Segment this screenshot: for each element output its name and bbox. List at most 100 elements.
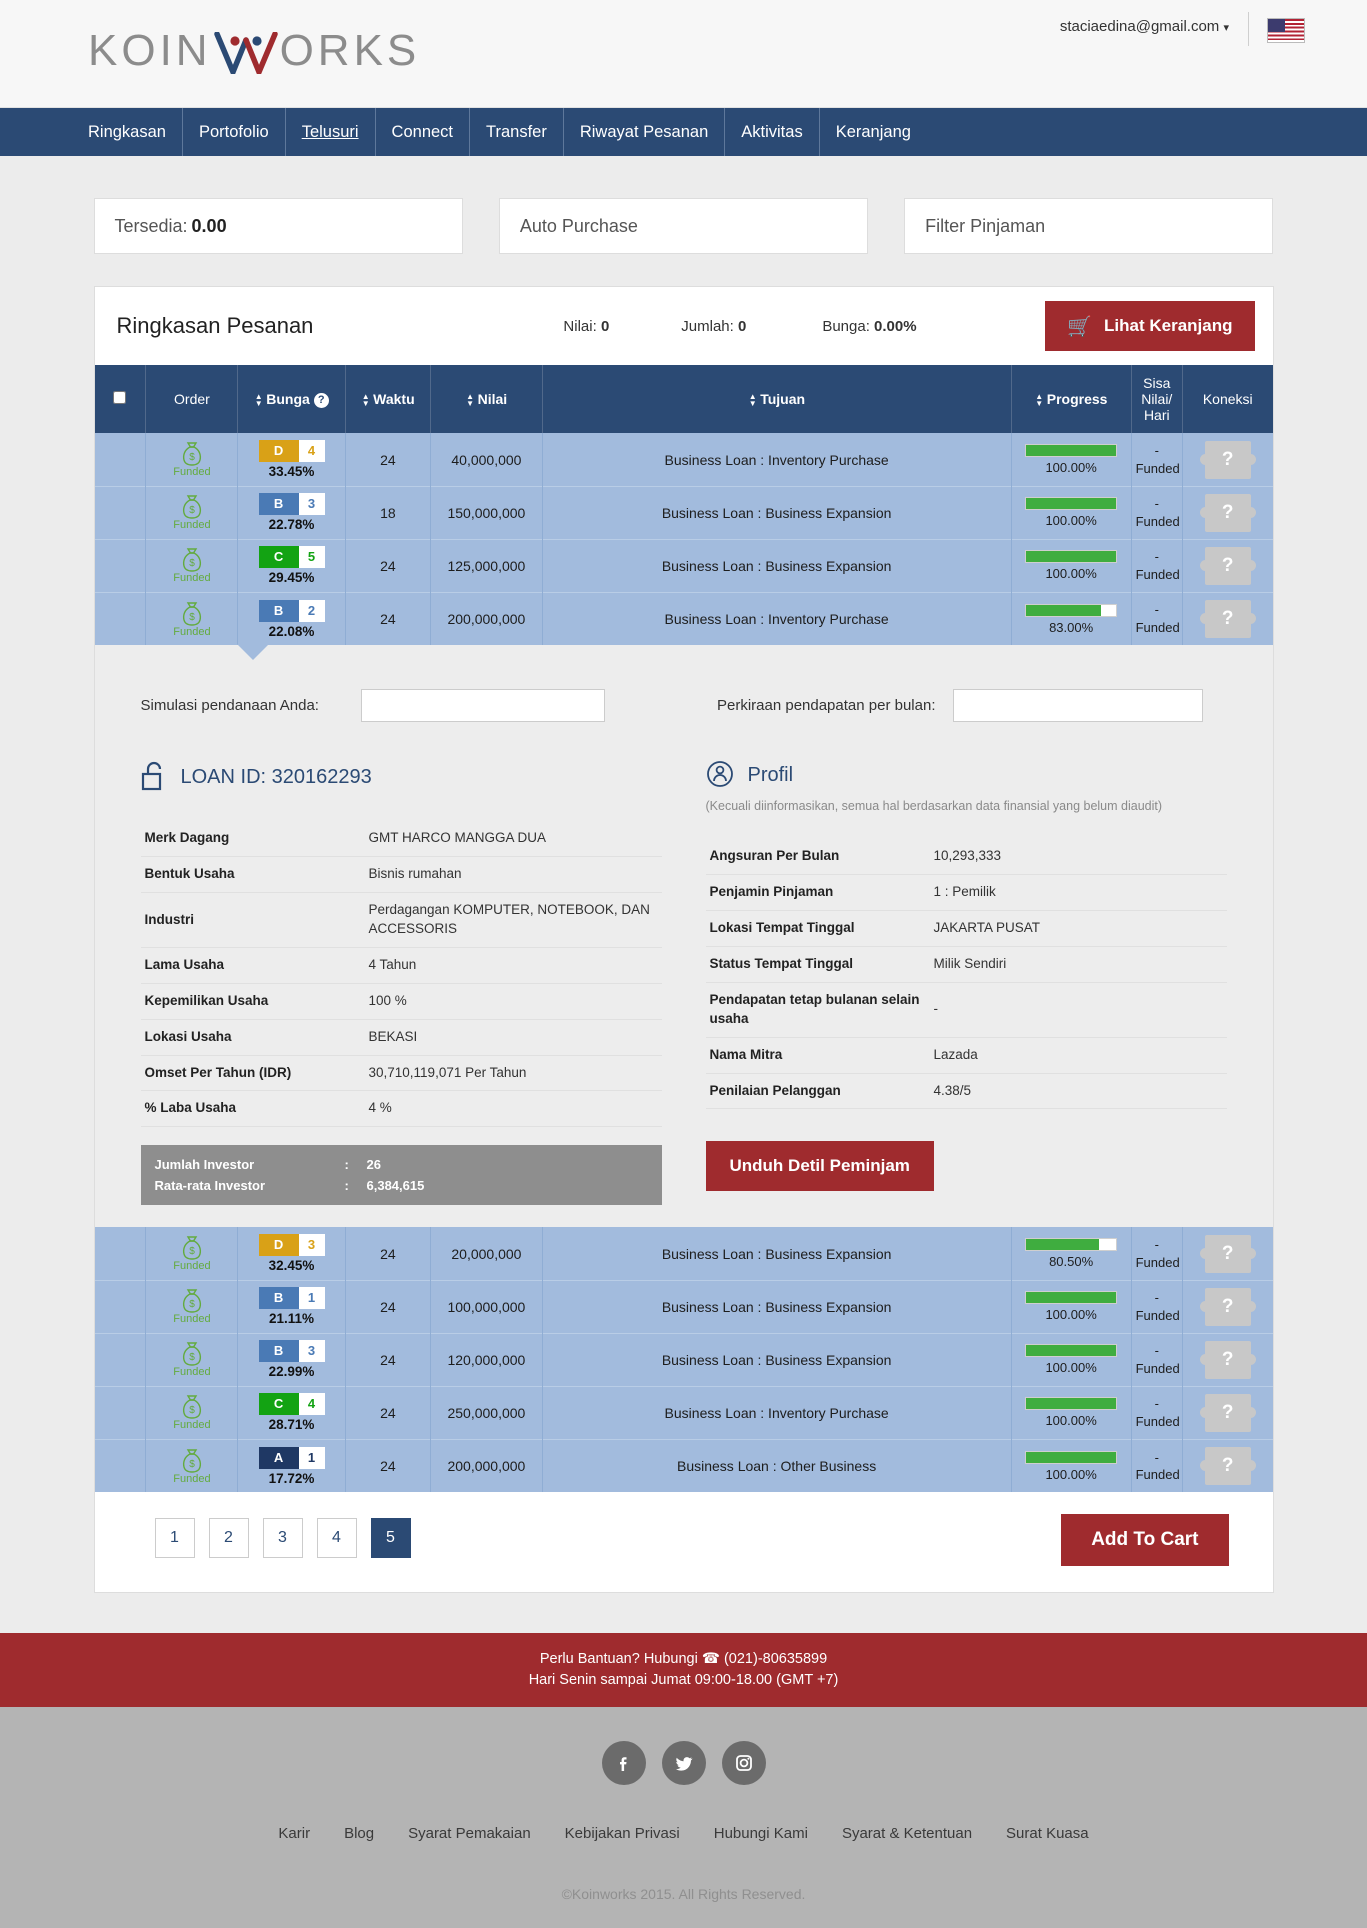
row-checkbox-cell[interactable] (94, 1438, 147, 1493)
grade-badge: B3 (258, 1340, 325, 1363)
help-phone[interactable]: (021)-80635899 (724, 1651, 827, 1667)
row-connection-cell[interactable]: ? (1182, 1438, 1273, 1493)
row-connection-cell[interactable]: ? (1182, 1332, 1273, 1387)
table-row[interactable]: $ Funded C 4 28.71% 24 250,000,000 Business Loa… (94, 1385, 1273, 1440)
progress-label: 83.00% (1049, 619, 1094, 635)
pagination-page-1[interactable]: 1 (154, 1518, 195, 1559)
table-row[interactable]: $ Funded D 3 32.45% 24 20,000,000 Business Loan… (94, 1227, 1273, 1281)
grade-number: 4 (298, 1393, 325, 1416)
puzzle-piece-icon[interactable]: ? (1199, 1447, 1256, 1486)
row-connection-cell[interactable]: ? (1182, 1385, 1273, 1440)
koinworks-logo[interactable]: KOIN ORKS (88, 26, 420, 76)
nav-item-transfer[interactable]: Transfer (470, 108, 564, 156)
row-connection-cell[interactable]: ? (1182, 538, 1273, 593)
svg-text:$: $ (189, 1405, 195, 1416)
funded-label: Funded (173, 466, 211, 479)
table-row[interactable]: $ Funded B 3 22.78% 18 150,000,000 Business Loa… (94, 485, 1273, 540)
row-checkbox-cell[interactable] (94, 1332, 147, 1387)
table-row[interactable]: $ Funded A 1 17.72% 24 200,000,000 Business Loa… (94, 1438, 1273, 1493)
nav-item-riwayat-pesanan[interactable]: Riwayat Pesanan (564, 108, 726, 156)
pagination-page-2[interactable]: 2 (208, 1518, 249, 1559)
select-all-header[interactable] (94, 365, 147, 434)
pagination-page-3[interactable]: 3 (262, 1518, 303, 1559)
progress-label: 100.00% (1045, 1307, 1097, 1323)
interest-rate: 28.71% (268, 1417, 315, 1433)
sort-icon: ▲ ▼ (361, 392, 370, 409)
footer-link-hubungi-kami[interactable]: Hubungi Kami (714, 1825, 808, 1842)
detail-value: - (929, 982, 1227, 1038)
footer-link-syarat-pemakaian[interactable]: Syarat Pemakaian (408, 1825, 531, 1842)
footer-link-karir[interactable]: Karir (278, 1825, 310, 1842)
header-nilai[interactable]: ▲ ▼ Nilai (430, 365, 543, 434)
row-remaining-cell: - Funded (1131, 538, 1183, 593)
nav-item-telusuri[interactable]: Telusuri (286, 108, 376, 156)
header-bunga[interactable]: ▲ ▼ Bunga? (237, 365, 346, 434)
pagination-page-4[interactable]: 4 (316, 1518, 357, 1559)
row-purpose-cell: Business Loan : Inventory Purchase (542, 1385, 1012, 1440)
investor-count-value: 26 (366, 1157, 381, 1173)
puzzle-piece-icon[interactable]: ? (1199, 1340, 1256, 1379)
nav-item-connect[interactable]: Connect (376, 108, 471, 156)
row-checkbox-cell[interactable] (94, 1385, 147, 1440)
puzzle-piece-icon[interactable]: ? (1199, 546, 1256, 585)
simulation-input[interactable] (360, 689, 605, 723)
table-row[interactable]: $ Funded B 3 22.99% 24 120,000,000 Business Loa… (94, 1332, 1273, 1387)
view-cart-button[interactable]: 🛒 Lihat Keranjang (1045, 301, 1255, 351)
select-all-checkbox[interactable] (113, 391, 127, 405)
table-row[interactable]: $ Funded C 5 29.45% 24 125,000,000 Business Loa… (94, 538, 1273, 593)
footer-link-syarat-ketentuan[interactable]: Syarat & Ketentuan (842, 1825, 972, 1842)
row-remaining-cell: - Funded (1131, 591, 1183, 646)
puzzle-piece-icon[interactable]: ? (1199, 1234, 1256, 1273)
row-checkbox-cell[interactable] (94, 485, 147, 540)
footer-link-blog[interactable]: Blog (344, 1825, 374, 1842)
download-borrower-detail-button[interactable]: Unduh Detil Peminjam (705, 1141, 934, 1192)
auto-purchase-box[interactable]: Auto Purchase (498, 198, 869, 254)
puzzle-piece-icon[interactable]: ? (1199, 1393, 1256, 1432)
row-connection-cell[interactable]: ? (1182, 591, 1273, 646)
nav-item-keranjang[interactable]: Keranjang (820, 108, 927, 156)
account-menu[interactable]: staciaedina@gmail.com ▾ (1060, 18, 1229, 35)
row-checkbox-cell[interactable] (94, 433, 147, 487)
puzzle-piece-icon[interactable]: ? (1199, 493, 1256, 532)
row-connection-cell[interactable]: ? (1182, 1279, 1273, 1334)
facebook-icon[interactable] (601, 1741, 646, 1786)
row-checkbox-cell[interactable] (94, 538, 147, 593)
help-icon[interactable]: ? (313, 392, 329, 408)
table-row[interactable]: $ Funded B 1 21.11% 24 100,000,000 Business Loa… (94, 1279, 1273, 1334)
row-connection-cell[interactable]: ? (1182, 1227, 1273, 1281)
us-flag-icon[interactable] (1267, 18, 1305, 43)
row-checkbox-cell[interactable] (94, 591, 147, 646)
nav-item-ringkasan[interactable]: Ringkasan (88, 108, 183, 156)
header-order[interactable]: Order (145, 365, 239, 434)
progress-bar (1025, 1344, 1118, 1358)
row-connection-cell[interactable]: ? (1182, 485, 1273, 540)
nav-item-portofolio[interactable]: Portofolio (183, 108, 286, 156)
progress-wrap: 100.00% (1016, 550, 1127, 581)
row-progress-cell: 100.00% (1011, 485, 1132, 540)
header-progress[interactable]: ▲ ▼ Progress (1011, 365, 1132, 434)
footer-link-surat-kuasa[interactable]: Surat Kuasa (1006, 1825, 1089, 1842)
add-to-cart-button[interactable]: Add To Cart (1061, 1514, 1229, 1567)
row-checkbox-cell[interactable] (94, 1227, 147, 1281)
summary-nilai-value: 0 (600, 317, 610, 335)
puzzle-piece-icon[interactable]: ? (1199, 1287, 1256, 1326)
estimate-input[interactable] (953, 689, 1204, 723)
auto-purchase-label: Auto Purchase (519, 215, 638, 236)
puzzle-piece-icon[interactable]: ? (1199, 440, 1256, 479)
header-waktu[interactable]: ▲ ▼ Waktu (345, 365, 432, 434)
progress-bar (1025, 1238, 1118, 1252)
pagination-page-5[interactable]: 5 (370, 1518, 411, 1559)
footer-link-kebijakan-privasi[interactable]: Kebijakan Privasi (565, 1825, 680, 1842)
profile-detail-table: Angsuran Per Bulan 10,293,333 Penjamin Pin… (705, 839, 1227, 1110)
header-tujuan[interactable]: ▲ ▼ Tujuan (542, 365, 1012, 434)
table-row[interactable]: $ Funded D 4 33.45% 24 40,000,000 Business Loan… (94, 433, 1273, 487)
nav-item-aktivitas[interactable]: Aktivitas (725, 108, 820, 156)
row-connection-cell[interactable]: ? (1182, 433, 1273, 487)
row-checkbox-cell[interactable] (94, 1279, 147, 1334)
row-grade-cell: D 4 33.45% (237, 433, 346, 487)
puzzle-piece-icon[interactable]: ? (1199, 600, 1256, 639)
instagram-icon[interactable] (721, 1741, 766, 1786)
twitter-icon[interactable] (661, 1741, 706, 1786)
table-row[interactable]: $ Funded B 2 22.08% 24 200,000,000 Business Loa… (94, 591, 1273, 646)
filter-loans-box[interactable]: Filter Pinjaman (904, 198, 1274, 254)
